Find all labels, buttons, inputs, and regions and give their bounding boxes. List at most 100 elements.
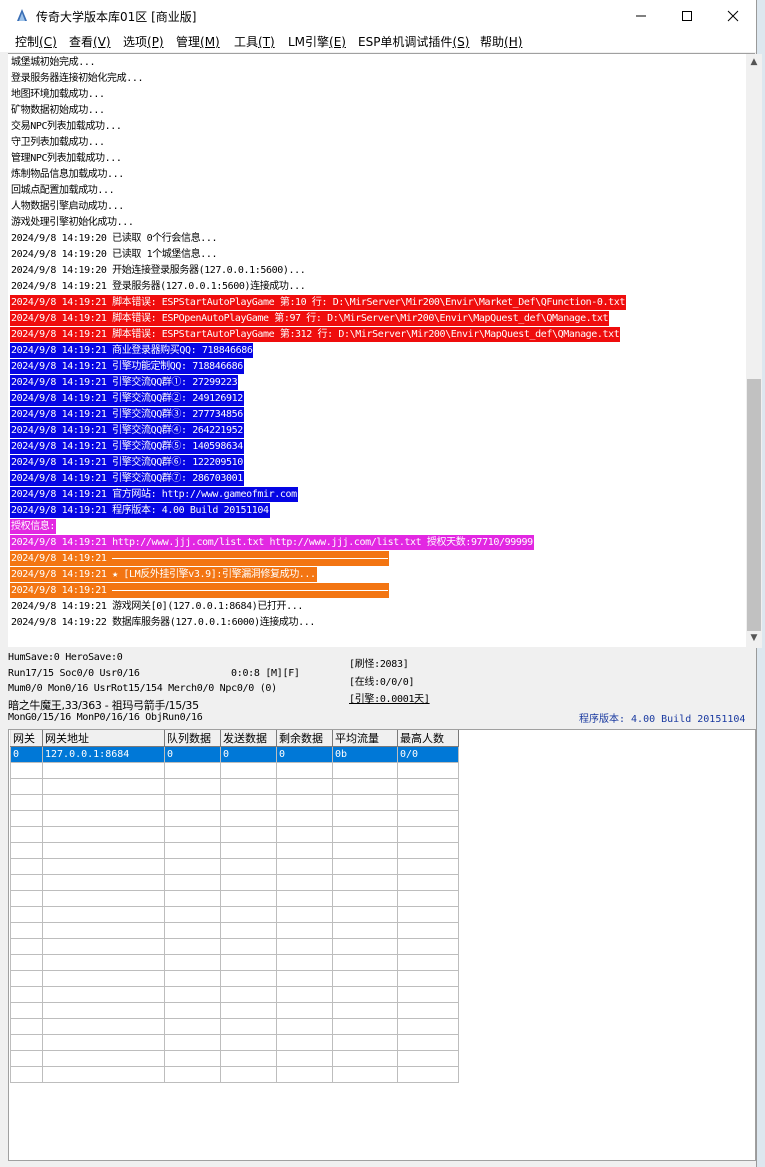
log-scrollbar[interactable]: ▲ ▼ [746, 54, 762, 648]
empty-cell [332, 970, 398, 987]
minimize-button[interactable] [618, 0, 664, 31]
table-row[interactable] [10, 954, 459, 971]
empty-cell [397, 1050, 459, 1067]
log-line: 2024/9/8 14:19:21 脚本错误: ESPStartAutoPlay… [10, 327, 621, 342]
menu-accelerator: (E) [329, 35, 346, 49]
table-row[interactable] [10, 794, 459, 811]
table-row[interactable] [10, 1050, 459, 1067]
empty-cell [332, 1050, 398, 1067]
table-row[interactable] [10, 938, 459, 955]
table-row[interactable] [10, 762, 459, 779]
empty-cell [220, 954, 277, 971]
empty-cell [276, 874, 333, 891]
column-header-max-users[interactable]: 最高人数 [397, 730, 459, 747]
table-row[interactable] [10, 1066, 459, 1083]
empty-cell [164, 842, 221, 859]
column-header-remaining[interactable]: 剩余数据 [276, 730, 333, 747]
empty-cell [10, 826, 43, 843]
menu-options[interactable]: 选项(P) [123, 33, 164, 50]
empty-cell [220, 810, 277, 827]
empty-cell [10, 1066, 43, 1083]
empty-cell [397, 922, 459, 939]
table-row[interactable] [10, 874, 459, 891]
scroll-up-arrow-icon[interactable]: ▲ [746, 54, 762, 70]
maximize-button[interactable] [664, 0, 710, 31]
empty-cell [276, 1066, 333, 1083]
log-line: 2024/9/8 14:19:21 引擎交流QQ群⑤: 140598634 [10, 439, 244, 454]
empty-cell [220, 970, 277, 987]
menu-manage[interactable]: 管理(M) [176, 33, 220, 50]
empty-cell [164, 938, 221, 955]
empty-cell [42, 762, 165, 779]
menu-lm-engine[interactable]: LM引擎(E) [288, 33, 346, 50]
table-row[interactable] [10, 810, 459, 827]
log-panel[interactable]: 城堡城初始完成... 登录服务器连接初始化完成... 地图环境加载成功... 矿物数据… [8, 53, 762, 648]
table-row[interactable] [10, 906, 459, 923]
empty-cell [332, 922, 398, 939]
empty-cell [397, 954, 459, 971]
empty-cell [42, 1066, 165, 1083]
empty-cell [164, 826, 221, 843]
title-bar[interactable]: 传奇大学版本库01区 [商业版] [0, 0, 756, 31]
table-row[interactable] [10, 858, 459, 875]
log-line: 2024/9/8 14:19:21 登录服务器(127.0.0.1:5600)连… [11, 281, 306, 292]
scroll-down-arrow-icon[interactable]: ▼ [746, 630, 762, 646]
empty-cell [42, 810, 165, 827]
empty-cell [276, 794, 333, 811]
refresh-monster-count: [刷怪:2083] [349, 659, 409, 670]
empty-cell [276, 938, 333, 955]
empty-cell [10, 794, 43, 811]
column-header-gateway[interactable]: 网关 [10, 730, 43, 747]
menu-help[interactable]: 帮助(H) [480, 33, 522, 50]
column-header-address[interactable]: 网关地址 [42, 730, 165, 747]
menu-view[interactable]: 查看(V) [69, 33, 111, 50]
log-line: 2024/9/8 14:19:21 引擎功能定制QQ: 718846686 [10, 359, 244, 374]
engine-days[interactable]: [引擎:0.0001天] [349, 690, 430, 705]
table-row[interactable] [10, 1002, 459, 1019]
cell-avg-traffic: 0b [332, 746, 398, 763]
column-header-sent[interactable]: 发送数据 [220, 730, 277, 747]
log-line: 人物数据引擎启动成功... [11, 201, 124, 212]
log-line: 2024/9/8 14:19:21 官方网站: http://www.gameo… [10, 487, 298, 502]
cell-max-users: 0/0 [397, 746, 459, 763]
empty-cell [332, 1018, 398, 1035]
empty-cell [276, 826, 333, 843]
menu-accelerator: (M) [200, 35, 220, 49]
empty-cell [276, 890, 333, 907]
empty-cell [397, 938, 459, 955]
empty-cell [332, 1066, 398, 1083]
empty-cell [276, 842, 333, 859]
status-runtime: 0:0:8 [M][F] [231, 668, 300, 679]
empty-cell [397, 1066, 459, 1083]
table-row[interactable] [10, 826, 459, 843]
empty-cell [397, 1034, 459, 1051]
menu-tools[interactable]: 工具(T) [234, 33, 275, 50]
scroll-thumb[interactable] [747, 379, 761, 631]
empty-cell [164, 794, 221, 811]
empty-cell [276, 954, 333, 971]
empty-cell [164, 1018, 221, 1035]
empty-cell [276, 922, 333, 939]
table-row[interactable] [10, 1018, 459, 1035]
table-row[interactable] [10, 970, 459, 987]
table-row[interactable] [10, 922, 459, 939]
table-row[interactable] [10, 842, 459, 859]
column-header-avg-traffic[interactable]: 平均流量 [332, 730, 398, 747]
log-line: 2024/9/8 14:19:21 引擎交流QQ群④: 264221952 [10, 423, 244, 438]
column-header-queue[interactable]: 队列数据 [164, 730, 221, 747]
table-row[interactable] [10, 778, 459, 795]
menu-control[interactable]: 控制(C) [15, 33, 57, 50]
table-row[interactable] [10, 890, 459, 907]
empty-cell [42, 986, 165, 1003]
empty-cell [164, 1034, 221, 1051]
table-row[interactable] [10, 986, 459, 1003]
empty-cell [164, 1066, 221, 1083]
table-row[interactable] [10, 1034, 459, 1051]
gateway-grid[interactable]: 网关 网关地址 队列数据 发送数据 剩余数据 平均流量 最高人数 0 127.0… [8, 729, 756, 1161]
menu-accelerator: (V) [93, 35, 111, 49]
empty-cell [397, 890, 459, 907]
close-button[interactable] [710, 0, 756, 31]
log-line: 2024/9/8 14:19:21 程序版本: 4.00 Build 20151… [10, 503, 270, 518]
table-row[interactable]: 0 127.0.0.1:8684 0 0 0 0b 0/0 [10, 746, 459, 763]
menu-esp-plugin[interactable]: ESP单机调试插件(S) [358, 33, 469, 50]
